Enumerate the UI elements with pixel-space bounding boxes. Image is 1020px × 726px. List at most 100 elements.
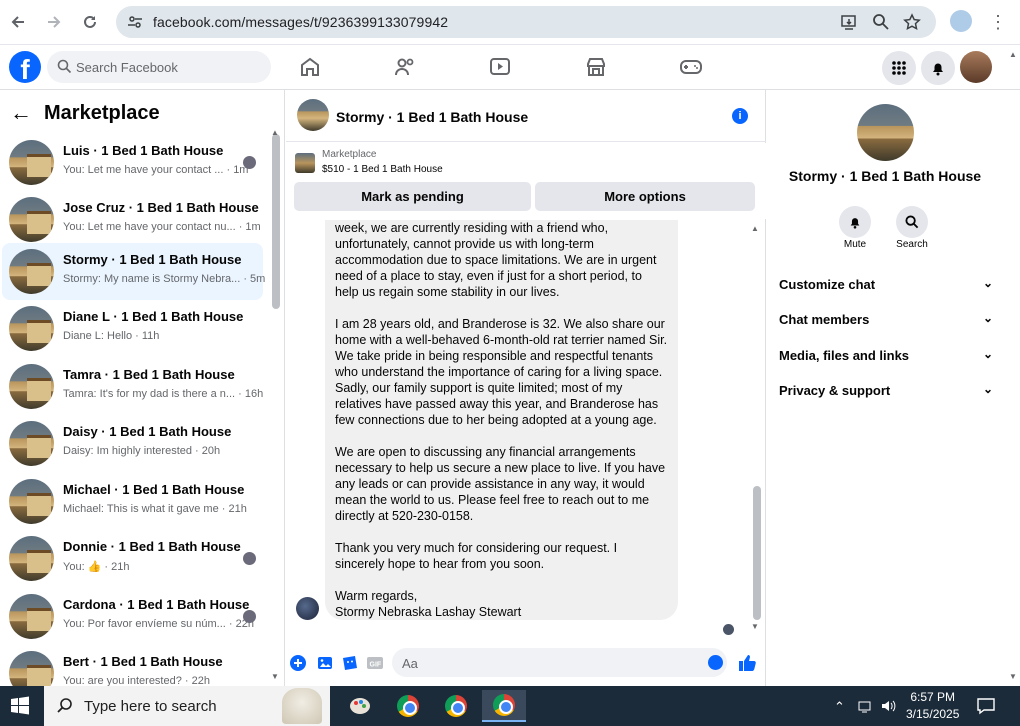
message-input-placeholder: Aa [402,656,418,671]
conversation-item[interactable]: Diane L · 1 Bed 1 Bath House Diane L: Hel… [2,300,263,357]
thread-scroll-up-icon[interactable]: ▲ [751,224,759,233]
notification-center-icon[interactable] [976,696,996,716]
customize-chat-row[interactable]: Customize chat ⌄ [779,276,993,292]
contact-name: Stormy · 1 Bed 1 Bath House [788,168,982,184]
more-options-button[interactable]: More options [535,182,755,211]
facebook-logo-letter: f [20,54,30,83]
conversation-list-scrollbar[interactable] [272,134,280,309]
conversation-list-panel: ← Marketplace Luis · 1 Bed 1 Bath House Y… [0,90,285,686]
conversation-name: Bert · 1 Bed 1 Bath House [63,654,223,669]
conversation-preview: Stormy: My name is Stormy Nebra... · 5m [63,273,266,285]
search-highlight-image[interactable] [282,688,322,724]
gaming-icon[interactable] [679,55,703,79]
mute-bell-icon[interactable] [839,206,871,238]
reload-icon[interactable] [76,8,104,36]
search-in-conversation-icon[interactable] [896,206,928,238]
listing-title[interactable]: $510 - 1 Bed 1 Bath House [322,164,443,175]
message-bubble[interactable]: week, we are currently residing with a f… [325,220,678,620]
conversation-item[interactable]: Jose Cruz · 1 Bed 1 Bath House You: Let m… [2,191,263,248]
speaker-icon[interactable] [880,698,896,714]
facebook-topbar: f Search Facebook [0,45,1020,90]
site-settings-icon[interactable] [126,13,144,31]
contact-avatar[interactable] [857,104,914,161]
tray-chevron-up-icon[interactable]: ⌃ [834,699,845,715]
mute-label[interactable]: Mute [830,239,880,250]
scroll-down-icon[interactable]: ▼ [271,672,279,681]
conversation-item[interactable]: Stormy · 1 Bed 1 Bath House Stormy: My na… [2,243,266,300]
chrome-icon [445,695,467,717]
back-arrow-icon[interactable]: ← [10,100,32,126]
marketplace-icon[interactable] [584,55,608,79]
search-icon [57,59,72,74]
conversation-preview: You: Let me have your contact nu... · 1m [63,221,261,233]
chat-avatar[interactable] [297,99,329,131]
message-closing: Warm regards, [335,589,418,603]
home-icon[interactable] [298,55,322,79]
thumbs-up-icon[interactable] [737,653,757,673]
photo-icon[interactable] [316,654,334,672]
search-label[interactable]: Search [887,239,937,250]
back-icon[interactable] [4,8,32,36]
notifications-bell-icon[interactable] [921,51,955,85]
emoji-icon[interactable] [708,655,723,670]
conversation-name: Donnie · 1 Bed 1 Bath House [63,539,241,554]
page-scroll-down-icon[interactable]: ▼ [1009,672,1017,681]
facebook-logo-icon[interactable]: f [9,51,41,83]
marketplace-listing-card: Marketplace $510 - 1 Bed 1 Bath House Ma… [286,143,766,219]
video-icon[interactable] [488,55,512,79]
message-thread: week, we are currently residing with a f… [286,220,766,640]
clock-time: 6:57 PM [910,690,956,704]
mark-as-pending-button[interactable]: Mark as pending [294,182,531,211]
page-scroll-up-icon[interactable]: ▲ [1009,50,1017,59]
network-icon[interactable] [858,698,874,714]
url-text[interactable]: facebook.com/messages/t/9236399133079942 [153,14,448,30]
media-files-links-row[interactable]: Media, files and links ⌄ [779,347,993,363]
chat-header: Stormy · 1 Bed 1 Bath House i [286,90,766,142]
chat-members-row[interactable]: Chat members ⌄ [779,311,993,327]
plus-circle-icon[interactable] [289,654,307,672]
conversation-item[interactable]: Luis · 1 Bed 1 Bath House You: Let me hav… [2,134,263,191]
taskbar-app-paint[interactable] [338,690,382,722]
windows-start-icon[interactable] [10,696,30,716]
chat-title[interactable]: Stormy · 1 Bed 1 Bath House [336,109,528,125]
conversation-item[interactable]: Michael · 1 Bed 1 Bath House Michael: Thi… [2,473,263,530]
message-paragraph: week, we are currently residing with a f… [335,221,657,299]
taskbar-chrome-1[interactable] [386,690,430,722]
taskbar-search-box[interactable]: Type here to search [44,686,330,726]
sticker-icon[interactable] [341,654,359,672]
conversation-item[interactable]: Daisy · 1 Bed 1 Bath House Daisy: Im high… [2,415,263,472]
conversation-item[interactable]: Cardona · 1 Bed 1 Bath House You: Por fav… [2,588,263,645]
zoom-icon[interactable] [872,13,890,31]
conversation-item[interactable]: Donnie · 1 Bed 1 Bath House You: 👍 · 21h [2,530,263,587]
conversation-item[interactable]: Bert · 1 Bed 1 Bath House You: are you in… [2,645,263,686]
conversation-name: Cardona · 1 Bed 1 Bath House [63,597,250,612]
chevron-down-icon: ⌄ [982,382,993,396]
search-facebook-input[interactable]: Search Facebook [47,51,271,83]
info-icon[interactable]: i [732,108,748,124]
taskbar-search-placeholder: Type here to search [84,698,217,715]
install-app-icon[interactable] [840,13,858,31]
scroll-up-icon[interactable]: ▲ [271,128,279,137]
bookmark-star-icon[interactable] [903,13,921,31]
browser-menu-icon[interactable]: ⋮ [984,8,1012,36]
thread-scroll-down-icon[interactable]: ▼ [751,622,759,631]
chevron-down-icon: ⌄ [982,347,993,361]
conversation-item[interactable]: Tamra · 1 Bed 1 Bath House Tamra: It's fo… [2,358,263,415]
taskbar-chrome-2[interactable] [434,690,478,722]
address-bar[interactable]: facebook.com/messages/t/9236399133079942 [116,6,936,38]
privacy-support-row[interactable]: Privacy & support ⌄ [779,382,993,398]
thread-scrollbar[interactable] [753,486,761,620]
account-avatar[interactable] [960,51,992,83]
listing-thumbnail[interactable] [295,153,315,173]
message-input[interactable]: Aa [392,648,727,677]
friends-icon[interactable] [393,55,417,79]
sender-avatar[interactable] [296,597,319,620]
menu-grid-icon[interactable] [882,51,916,85]
message-composer: GIF Aa [286,646,766,686]
gif-icon[interactable]: GIF [366,654,384,672]
browser-profile-icon[interactable] [950,10,972,32]
taskbar-chrome-3-active[interactable] [482,690,526,722]
message-paragraph: We are open to discussing any financial … [335,445,666,523]
taskbar-clock[interactable]: 6:57 PM 3/15/2025 [906,689,959,723]
forward-icon[interactable] [40,8,68,36]
